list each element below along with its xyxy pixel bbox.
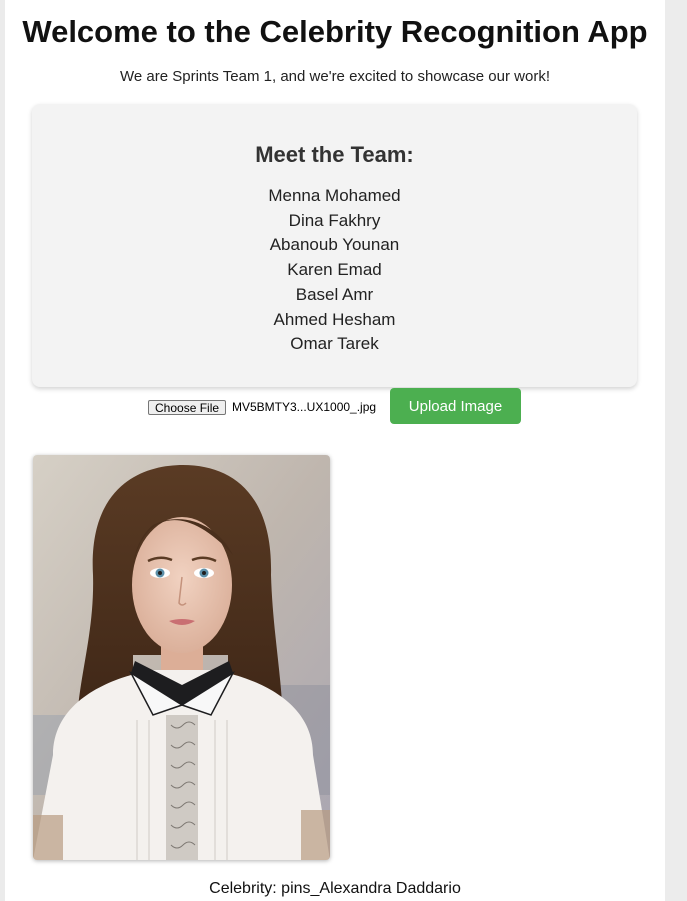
team-member: Omar Tarek [290,334,379,354]
selected-file-name: MV5BMTY3...UX1000_.jpg [232,400,377,414]
upload-image-button[interactable]: Upload Image [390,388,521,424]
choose-file-button[interactable]: Choose File [148,400,227,415]
team-member: Ahmed Hesham [273,309,396,329]
recognition-result: Celebrity: pins_Alexandra Daddario [209,880,461,897]
team-member: Dina Fakhry [288,210,381,230]
upload-form: Choose File MV5BMTY3...UX1000_.jpg Uploa… [5,388,665,424]
team-card: Meet the Team: Menna Mohamed Dina Fakhry… [32,104,637,387]
team-member: Basel Amr [295,284,374,304]
team-list: Menna Mohamed Dina Fakhry Abanoub Younan… [32,184,637,357]
page-subtitle: We are Sprints Team 1, and we're excited… [119,68,550,85]
team-member: Menna Mohamed [268,186,401,205]
page-margin [665,0,687,901]
team-heading: Meet the Team: [255,142,414,167]
page-title: Welcome to the Celebrity Recognition App [22,14,648,49]
page-container: Welcome to the Celebrity Recognition App… [5,0,665,901]
team-member: Karen Emad [287,260,382,280]
uploaded-celebrity-image [33,455,330,860]
team-member: Abanoub Younan [269,235,400,255]
